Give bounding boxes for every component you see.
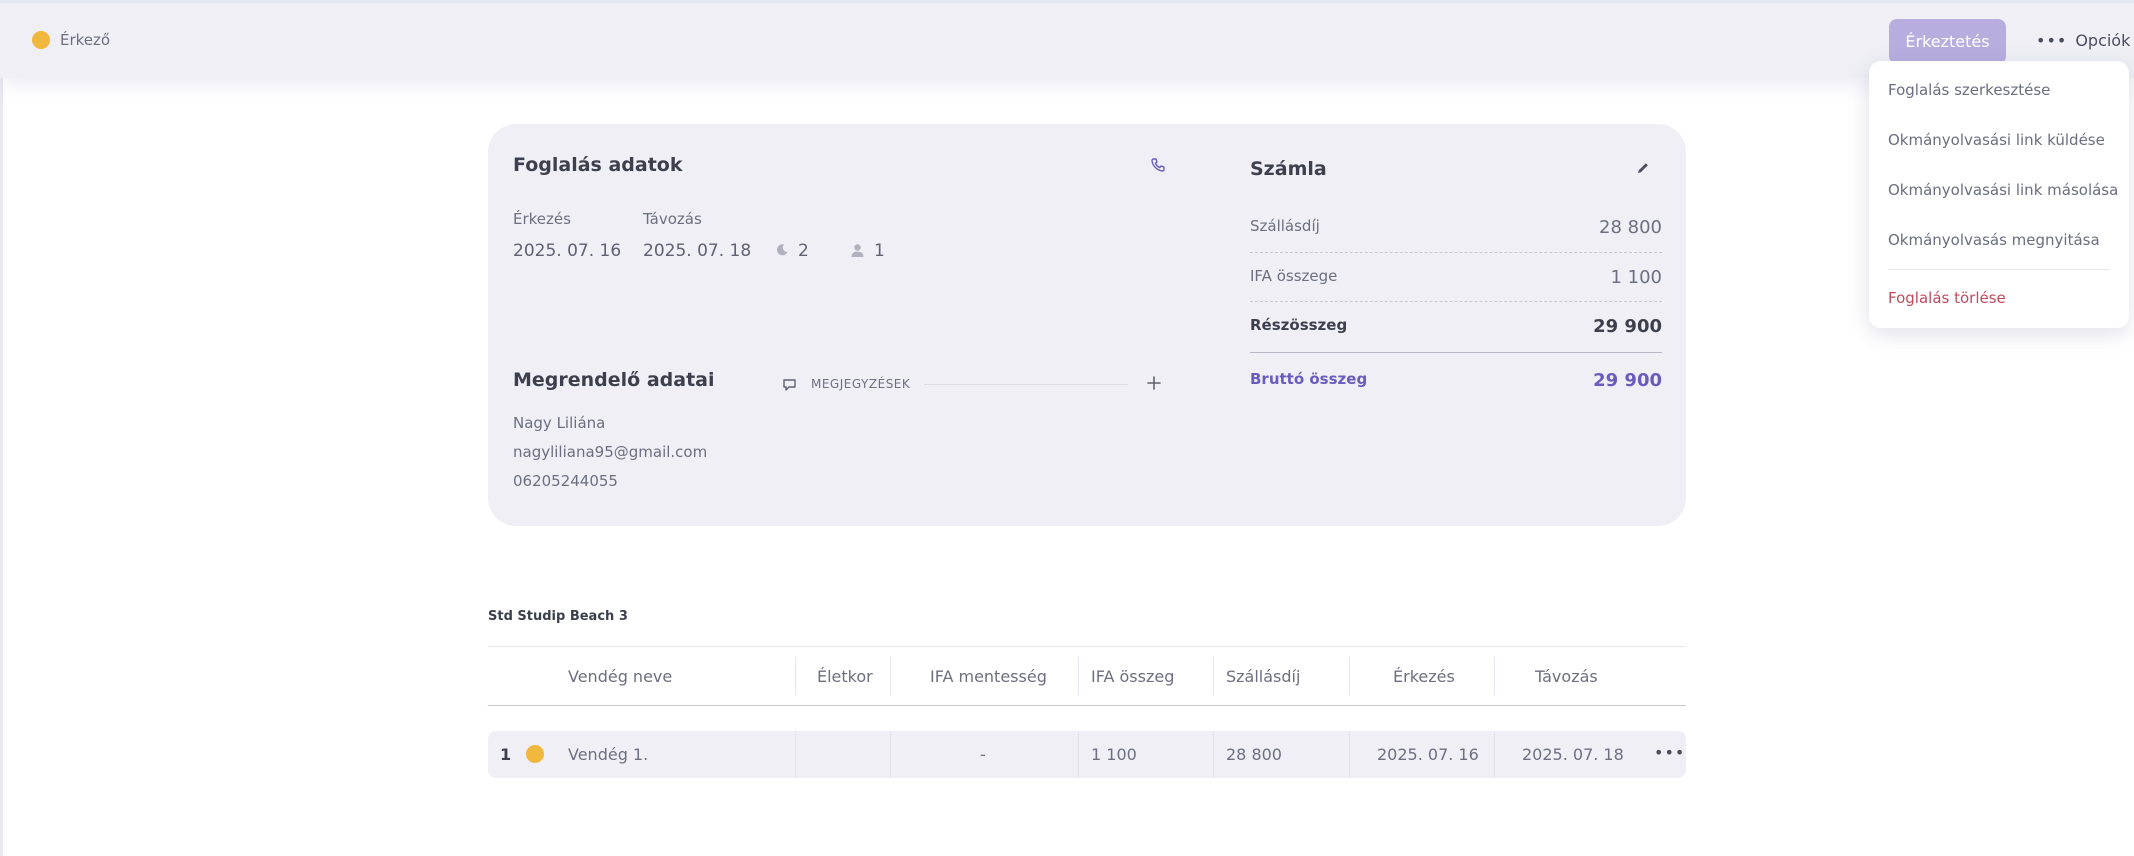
row-separator bbox=[795, 731, 796, 778]
notes-label: MEGJEGYZÉSEK bbox=[811, 377, 911, 391]
window-left-edge bbox=[0, 0, 3, 856]
top-bar: Érkező Érkeztetés ••• Opciók bbox=[0, 0, 2134, 78]
column-header-departure: Távozás bbox=[1535, 667, 1598, 686]
gross-total-label: Bruttó összeg bbox=[1250, 370, 1368, 388]
menu-divider bbox=[1888, 269, 2110, 270]
options-label: Opciók bbox=[2075, 31, 2131, 50]
add-note-icon[interactable] bbox=[1146, 375, 1162, 391]
guest-index: 1 bbox=[500, 745, 512, 764]
menu-item-copy-document-link[interactable]: Okmányolvasási link másolása bbox=[1888, 181, 2118, 199]
guest-arrival: 2025. 07. 16 bbox=[1377, 745, 1479, 764]
moon-icon bbox=[776, 244, 788, 256]
guest-name: Vendég 1. bbox=[568, 745, 649, 764]
booking-card: Foglalás adatok Érkezés 2025. 07. 16 Táv… bbox=[488, 124, 1686, 526]
status-label: Érkező bbox=[60, 31, 111, 49]
notes-divider bbox=[924, 384, 1128, 385]
checkin-button[interactable]: Érkeztetés bbox=[1889, 19, 2006, 64]
options-menu: Foglalás szerkesztése Okmányolvasási lin… bbox=[1869, 61, 2129, 328]
invoice-divider bbox=[1250, 301, 1662, 302]
table-header-bottom-border bbox=[488, 705, 1686, 706]
departure-value: 2025. 07. 18 bbox=[643, 241, 752, 261]
row-more-dots-icon[interactable]: ••• bbox=[1654, 745, 1685, 761]
column-header-tax-exemption: IFA mentesség bbox=[930, 667, 1047, 686]
arrival-label: Érkezés bbox=[513, 210, 571, 228]
table-row[interactable]: 1 Vendég 1. - 1 100 28 800 2025. 07. 16 … bbox=[488, 731, 1686, 778]
departure-label: Távozás bbox=[643, 210, 702, 228]
customer-phone: 06205244055 bbox=[513, 472, 618, 490]
invoice-row-value: 29 900 bbox=[1593, 316, 1662, 337]
menu-item-open-document-reading[interactable]: Okmányolvasás megnyitása bbox=[1888, 231, 2100, 249]
guest-departure: 2025. 07. 18 bbox=[1522, 745, 1624, 764]
menu-item-send-document-link[interactable]: Okmányolvasási link küldése bbox=[1888, 131, 2105, 149]
status-dot-icon bbox=[32, 31, 50, 49]
booking-details-title: Foglalás adatok bbox=[513, 154, 683, 176]
row-separator bbox=[890, 731, 891, 778]
customer-name: Nagy Liliána bbox=[513, 414, 606, 432]
person-icon bbox=[851, 244, 864, 257]
invoice-row-label: Szállásdíj bbox=[1250, 217, 1320, 235]
column-separator bbox=[1349, 657, 1350, 695]
row-separator bbox=[1213, 731, 1214, 778]
room-title: Std Studip Beach 3 bbox=[488, 609, 628, 624]
row-separator bbox=[1349, 731, 1350, 778]
guest-accommodation-fee: 28 800 bbox=[1226, 745, 1282, 764]
column-header-age: Életkor bbox=[817, 667, 873, 686]
column-header-guest-name: Vendég neve bbox=[568, 667, 673, 686]
column-separator bbox=[1213, 657, 1214, 695]
row-separator bbox=[1494, 731, 1495, 778]
comment-icon bbox=[783, 379, 796, 391]
options-button[interactable]: ••• Opciók bbox=[2036, 31, 2130, 50]
edit-pencil-icon[interactable] bbox=[1635, 160, 1651, 176]
guest-tax-amount: 1 100 bbox=[1091, 745, 1137, 764]
nights-count: 2 bbox=[798, 241, 809, 261]
invoice-total-divider bbox=[1250, 352, 1662, 353]
column-separator bbox=[890, 657, 891, 695]
guest-status-dot-icon bbox=[526, 745, 544, 763]
invoice-title: Számla bbox=[1250, 158, 1327, 180]
invoice-row-value: 1 100 bbox=[1610, 267, 1662, 288]
invoice-row-value: 28 800 bbox=[1599, 217, 1662, 238]
phone-icon[interactable] bbox=[1150, 157, 1166, 173]
menu-item-edit-booking[interactable]: Foglalás szerkesztése bbox=[1888, 81, 2050, 99]
menu-item-delete-booking[interactable]: Foglalás törlése bbox=[1888, 289, 2006, 307]
table-header-top-border bbox=[488, 646, 1686, 647]
invoice-divider bbox=[1250, 252, 1662, 253]
guests-count: 1 bbox=[874, 241, 885, 261]
arrival-value: 2025. 07. 16 bbox=[513, 241, 622, 261]
customer-details-title: Megrendelő adatai bbox=[513, 369, 715, 391]
gross-total-value: 29 900 bbox=[1593, 370, 1662, 391]
column-separator bbox=[1078, 657, 1079, 695]
invoice-row-label: Részösszeg bbox=[1250, 316, 1348, 334]
column-header-accommodation-fee: Szállásdíj bbox=[1226, 667, 1301, 686]
booking-status: Érkező bbox=[32, 31, 110, 49]
guest-tax-exemption: - bbox=[980, 745, 986, 764]
invoice-row-label: IFA összege bbox=[1250, 267, 1338, 285]
row-separator bbox=[1078, 731, 1079, 778]
column-separator bbox=[1494, 657, 1495, 695]
customer-email: nagyliliana95@gmail.com bbox=[513, 443, 708, 461]
column-header-arrival: Érkezés bbox=[1393, 667, 1455, 686]
more-dots-icon: ••• bbox=[2036, 30, 2068, 50]
column-separator bbox=[795, 657, 796, 695]
column-header-tax-amount: IFA összeg bbox=[1091, 667, 1175, 686]
